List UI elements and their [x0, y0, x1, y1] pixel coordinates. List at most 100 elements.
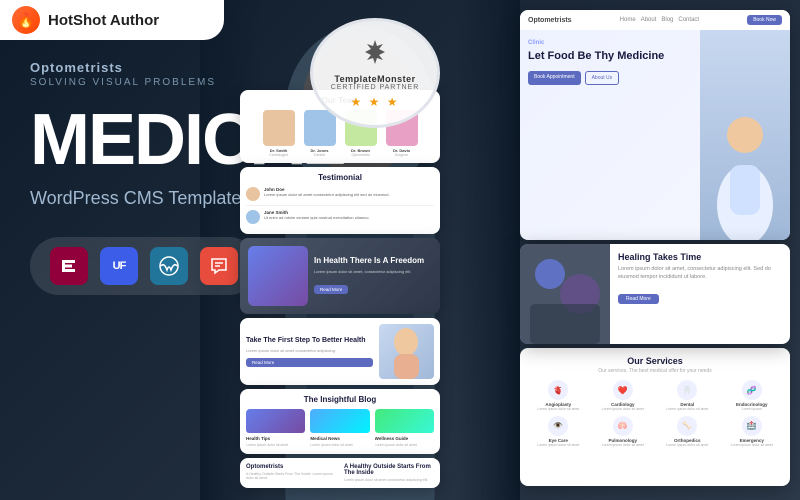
- nav-cta-btn[interactable]: Book Now: [747, 15, 782, 25]
- blog-2-text: Lorem ipsum dolor sit amet: [310, 443, 369, 448]
- testi-2-text: Ut enim ad minim veniam quis nostrud exe…: [264, 215, 370, 221]
- service-endocrinology: 🧬 Endocrinology Lorem ipsum: [722, 380, 783, 412]
- healing-content: Healing Takes Time Lorem ipsum dolor sit…: [610, 244, 790, 344]
- inhealth-title: In Health There Is A Freedom: [314, 256, 432, 266]
- hero-btn2[interactable]: About Us: [585, 71, 620, 85]
- nav-bar-preview: Optometrists Home About Blog Contact Boo…: [520, 10, 790, 30]
- preview-right-panels: Optometrists Home About Blog Contact Boo…: [520, 10, 790, 488]
- services-grid: 🫀 Angioplasty Lorem ipsum dolor sit amet…: [528, 380, 782, 447]
- better-health-preview: Take The First Step To Better Health Lor…: [240, 318, 440, 385]
- blog-3-text: Lorem ipsum dolor sit amet: [375, 443, 434, 448]
- healing-text: Lorem ipsum dolor sit amet, consectetur …: [618, 266, 782, 281]
- nav-about: About: [641, 17, 657, 23]
- blog-title: The Insightful Blog: [246, 395, 434, 404]
- quform-icon: [200, 247, 238, 285]
- service-dental: 🦷 Dental Lorem ipsum dolor sit amet: [657, 380, 718, 412]
- service-eye-care: 👁️ Eye Care Lorem ipsum dolor sit amet: [528, 416, 589, 448]
- testi-1-avatar: [246, 187, 260, 201]
- services-subtitle: Our services. The best medical offer for…: [528, 368, 782, 374]
- nav-blog: Blog: [661, 17, 673, 23]
- better-text: Lorem ipsum dolor sit amet consectetur a…: [246, 348, 373, 354]
- inhealth-btn[interactable]: Read More: [314, 285, 348, 294]
- services-title: Our Services: [528, 356, 782, 366]
- hero-doctor-image: [700, 30, 790, 240]
- pulmonology-icon: 🫁: [613, 416, 633, 436]
- plugin-icons-row: UF: [30, 237, 258, 295]
- service-emergency-desc: Lorem ipsum dolor sit amet: [722, 443, 783, 448]
- tm-logo-icon: [361, 38, 389, 72]
- service-cardiology: ❤️ Cardiology Lorem ipsum dolor sit amet: [593, 380, 654, 412]
- templatemonster-badge: TemplateMonster CERTIFIED PARTNER ★ ★ ★: [310, 18, 440, 128]
- member-1-avatar: [263, 110, 295, 146]
- blog-1-image: [246, 409, 305, 433]
- bottom-col-2-title: A Healthy Outside Starts From The Inside: [344, 464, 434, 476]
- blog-1-text: Lorem ipsum dolor sit amet: [246, 443, 305, 448]
- healing-title: Healing Takes Time: [618, 252, 782, 262]
- service-pulmonology: 🫁 Pulmonology Lorem ipsum dolor sit amet: [593, 416, 654, 448]
- blog-posts-list: Health Tips Lorem ipsum dolor sit amet M…: [246, 409, 434, 448]
- blog-2-title: Medical News: [310, 436, 369, 441]
- inhealth-preview: In Health There Is A Freedom Lorem ipsum…: [240, 238, 440, 314]
- bottom-cols: Optometrists A Healthy Outside Starts Fr…: [246, 464, 434, 483]
- emergency-icon: 🏥: [742, 416, 762, 436]
- service-orthopedics: 🦴 Orthopedics Lorem ipsum dolor sit amet: [657, 416, 718, 448]
- testi-1-text: Lorem ipsum dolor sit amet consectetur a…: [264, 192, 390, 198]
- nav-home: Home: [620, 17, 636, 23]
- healing-preview: Healing Takes Time Lorem ipsum dolor sit…: [520, 244, 790, 344]
- tm-name: TemplateMonster: [334, 74, 415, 84]
- blog-preview: The Insightful Blog Health Tips Lorem ip…: [240, 389, 440, 454]
- bottom-col-1-text: A Healthy Outside Starts From The Inside…: [246, 472, 336, 482]
- nav-logo: Optometrists: [528, 17, 572, 24]
- logo-icon: 🔥: [12, 6, 40, 34]
- service-dental-desc: Lorem ipsum dolor sit amet: [657, 407, 718, 412]
- nav-contact: Contact: [678, 17, 699, 23]
- member-4-role: Surgeon: [384, 153, 420, 157]
- better-title: Take The First Step To Better Health: [246, 336, 373, 345]
- member-1-role: Cardiologist: [261, 153, 297, 157]
- testimonial-2: Jane Smith Ut enim ad minim veniam quis …: [246, 210, 434, 228]
- testimonial-title: Testimonial: [246, 173, 434, 182]
- header-title: HotShot Author: [48, 12, 159, 29]
- blog-2-image: [310, 409, 369, 433]
- header-bar: 🔥 HotShot Author: [0, 0, 224, 40]
- bottom-col-1-title: Optometrists: [246, 464, 336, 470]
- healing-read-more-btn[interactable]: Read More: [618, 294, 659, 304]
- tm-stars: ★ ★ ★: [351, 95, 400, 109]
- bottom-preview: Optometrists A Healthy Outside Starts Fr…: [240, 458, 440, 489]
- service-angioplasty-desc: Lorem ipsum dolor sit amet: [528, 407, 589, 412]
- tm-certified: CERTIFIED PARTNER: [331, 84, 420, 91]
- bottom-col-2-text: Lorem ipsum dolor sit amet consectetur a…: [344, 478, 434, 483]
- inhealth-image: [248, 246, 308, 306]
- member-2-avatar: [304, 110, 336, 146]
- inhealth-text: Lorem ipsum dolor sit amet, consectetur …: [314, 269, 432, 275]
- eye-care-icon: 👁️: [548, 416, 568, 436]
- nav-links: Home About Blog Contact: [620, 17, 699, 23]
- testimonial-1: John Doe Lorem ipsum dolor sit amet cons…: [246, 187, 434, 206]
- service-emergency: 🏥 Emergency Lorem ipsum dolor sit amet: [722, 416, 783, 448]
- blog-post-1: Health Tips Lorem ipsum dolor sit amet: [246, 409, 305, 448]
- dental-icon: 🦷: [677, 380, 697, 400]
- service-cardiology-desc: Lorem ipsum dolor sit amet: [593, 407, 654, 412]
- preview-left-panels: Our Team Dr. Smith Cardiologist Dr. Jone…: [240, 90, 440, 492]
- ultimate-fields-icon: UF: [100, 247, 138, 285]
- orthopedics-icon: 🦴: [677, 416, 697, 436]
- better-image: [379, 324, 434, 379]
- blog-3-title: Wellness Guide: [375, 436, 434, 441]
- bottom-col-1: Optometrists A Healthy Outside Starts Fr…: [246, 464, 336, 483]
- service-orthopedics-desc: Lorem ipsum dolor sit amet: [657, 443, 718, 448]
- team-member-1: Dr. Smith Cardiologist: [261, 110, 297, 157]
- angioplasty-icon: 🫀: [548, 380, 568, 400]
- healing-image: [520, 244, 610, 344]
- inhealth-content: In Health There Is A Freedom Lorem ipsum…: [314, 256, 432, 296]
- wordpress-icon: [150, 247, 188, 285]
- testimonial-preview: Testimonial John Doe Lorem ipsum dolor s…: [240, 167, 440, 234]
- service-eye-care-desc: Lorem ipsum dolor sit amet: [528, 443, 589, 448]
- blog-post-2: Medical News Lorem ipsum dolor sit amet: [310, 409, 369, 448]
- blog-1-title: Health Tips: [246, 436, 305, 441]
- bottom-col-2: A Healthy Outside Starts From The Inside…: [344, 464, 434, 483]
- better-btn[interactable]: Read More: [246, 358, 373, 367]
- blog-post-3: Wellness Guide Lorem ipsum dolor sit ame…: [375, 409, 434, 448]
- testi-2-avatar: [246, 210, 260, 224]
- team-member-2: Dr. Jones Dentist: [302, 110, 338, 157]
- hero-btn1[interactable]: Book Appointment: [528, 71, 581, 85]
